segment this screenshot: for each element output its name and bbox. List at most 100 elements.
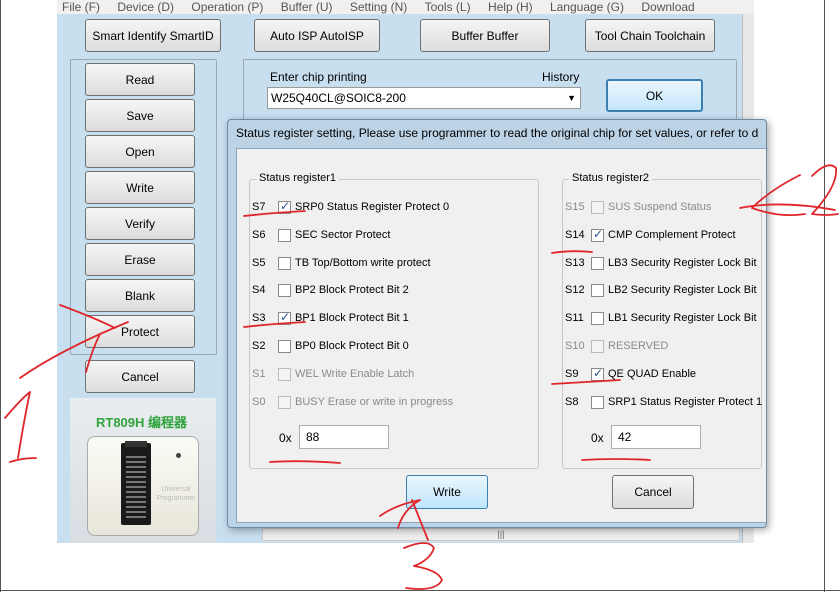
dialog-cancel-button[interactable]: Cancel	[612, 475, 694, 509]
bit-checkbox-s10	[591, 340, 604, 353]
product-photo: RT809H 编程器 Universal Programmer	[70, 398, 216, 543]
product-title: RT809H 编程器	[96, 415, 188, 430]
bit-name-label: TB Top/Bottom write protect	[295, 256, 431, 269]
dropdown-arrow-icon[interactable]: ▼	[567, 88, 576, 108]
cancel-button[interactable]: Cancel	[85, 360, 195, 393]
sr1-hex-input[interactable]: 88	[299, 425, 389, 449]
bit-name-label: QE QUAD Enable	[608, 367, 697, 380]
bit-id-label: S4	[252, 284, 266, 297]
bit-name-label: SRP0 Status Register Protect 0	[295, 201, 450, 213]
buffer-button[interactable]: Buffer Buffer	[420, 19, 550, 52]
chip-combo[interactable]: W25Q40CL@SOIC8-200 ▼	[267, 87, 581, 109]
chip-combo-value: W25Q40CL@SOIC8-200	[271, 91, 406, 105]
bit-checkbox-s14[interactable]	[591, 227, 604, 242]
bit-name-label: SRP1 Status Register Protect 1	[608, 395, 763, 408]
verify-button[interactable]: Verify	[85, 207, 195, 240]
annotation-digit-3	[403, 542, 443, 590]
bit-id-label: S6	[252, 228, 266, 241]
device-label: Universal Programmer	[156, 486, 196, 502]
bit-id-label: S0	[252, 395, 266, 408]
bit-checkbox-s5[interactable]	[278, 256, 291, 270]
menu-file[interactable]: File (F)	[62, 0, 100, 14]
bit-name-label: WEL Write Enable Latch	[295, 367, 415, 380]
menu-buffer[interactable]: Buffer (U)	[281, 0, 333, 14]
bit-name-label: BP1 Block Protect Bit 1	[295, 312, 409, 325]
bit-id-label: S8	[565, 395, 579, 408]
bit-name-label: RESERVED	[608, 340, 669, 352]
menu-language[interactable]: Language (G)	[550, 0, 624, 14]
bit-checkbox-s9[interactable]	[591, 366, 604, 381]
bit-checkbox-s4[interactable]	[278, 284, 291, 298]
blank-button[interactable]: Blank	[85, 279, 195, 312]
bit-checkbox-s0	[278, 395, 291, 409]
sr2-hex-input[interactable]: 42	[611, 425, 701, 449]
led-icon	[176, 453, 181, 458]
bit-id-label: S7	[252, 201, 266, 213]
bit-checkbox-s2[interactable]	[278, 340, 291, 353]
save-button[interactable]: Save	[85, 99, 195, 132]
bit-name-label: BP2 Block Protect Bit 2	[295, 284, 409, 297]
programmer-device-image: Universal Programmer	[87, 436, 199, 536]
smart-identify-button[interactable]: Smart Identify SmartID	[85, 19, 221, 52]
sr2-hex-prefix: 0x	[591, 431, 604, 445]
bit-name-label: LB3 Security Register Lock Bit	[608, 256, 757, 269]
bit-checkbox-s15	[591, 201, 604, 214]
annotation-digit-1	[4, 391, 37, 463]
frame-right-border	[824, 0, 825, 592]
scrollbar-thumb-grip[interactable]: |||	[497, 529, 504, 539]
sr1-hex-value: 88	[306, 430, 320, 444]
bit-checkbox-s8[interactable]	[591, 395, 604, 409]
bit-id-label: S5	[252, 256, 266, 269]
bit-name-label: CMP Complement Protect	[608, 228, 736, 241]
menu-download[interactable]: Download	[641, 0, 694, 14]
ok-button[interactable]: OK	[606, 79, 703, 112]
bit-name-label: SUS Suspend Status	[608, 201, 712, 213]
menu-help[interactable]: Help (H)	[488, 0, 533, 14]
status-register-1-title: Status register1	[256, 172, 340, 184]
status-register-2-title: Status register2	[569, 172, 653, 184]
bit-checkbox-s11[interactable]	[591, 312, 604, 326]
dialog-write-button[interactable]: Write	[406, 475, 488, 509]
dialog-title: Status register setting, Please use prog…	[236, 126, 759, 140]
frame-left-border	[0, 0, 1, 592]
bit-checkbox-s1	[278, 367, 291, 381]
sr1-hex-prefix: 0x	[279, 431, 292, 445]
annotation-digit-2	[811, 164, 839, 216]
menu-operation[interactable]: Operation (P)	[191, 0, 263, 14]
bit-id-label: S2	[252, 340, 266, 352]
bit-name-label: BP0 Block Protect Bit 0	[295, 340, 409, 352]
read-button[interactable]: Read	[85, 63, 195, 96]
sr2-hex-value: 42	[618, 430, 632, 444]
chip-printing-label: Enter chip printing	[270, 70, 367, 84]
bit-id-label: S14	[565, 228, 585, 241]
toolchain-button[interactable]: Tool Chain Toolchain	[585, 19, 715, 52]
zif-socket-icon	[121, 441, 151, 525]
bit-id-label: S3	[252, 312, 266, 325]
bit-id-label: S12	[565, 284, 585, 297]
write-button[interactable]: Write	[85, 171, 195, 204]
erase-button[interactable]: Erase	[85, 243, 195, 276]
bit-name-label: SEC Sector Protect	[295, 228, 391, 241]
bit-checkbox-s13[interactable]	[591, 256, 604, 270]
bit-name-label: BUSY Erase or write in progress	[295, 395, 454, 408]
status-register-dialog: Status register setting, Please use prog…	[227, 119, 767, 528]
bit-checkbox-s7[interactable]	[278, 199, 291, 214]
bit-checkbox-s6[interactable]	[278, 228, 291, 242]
bit-name-label: LB2 Security Register Lock Bit	[608, 284, 757, 297]
bit-checkbox-s3[interactable]	[278, 310, 291, 326]
frame-bottom-border	[0, 590, 840, 591]
menu-setting[interactable]: Setting (N)	[350, 0, 407, 14]
bit-id-label: S13	[565, 256, 585, 269]
bit-id-label: S1	[252, 367, 266, 380]
open-button[interactable]: Open	[85, 135, 195, 168]
bit-id-label: S15	[565, 201, 585, 213]
bit-id-label: S11	[565, 312, 584, 325]
main-horizontal-scrollbar[interactable]: |||	[262, 528, 740, 541]
menu-tools[interactable]: Tools (L)	[425, 0, 471, 14]
auto-isp-button[interactable]: Auto ISP AutoISP	[254, 19, 380, 52]
protect-button[interactable]: Protect	[85, 315, 195, 348]
dialog-client-area: Status register1 Status register2 S7 SRP0…	[236, 148, 766, 523]
bit-name-label: LB1 Security Register Lock Bit	[608, 312, 757, 325]
bit-checkbox-s12[interactable]	[591, 284, 604, 298]
menu-device[interactable]: Device (D)	[117, 0, 174, 14]
